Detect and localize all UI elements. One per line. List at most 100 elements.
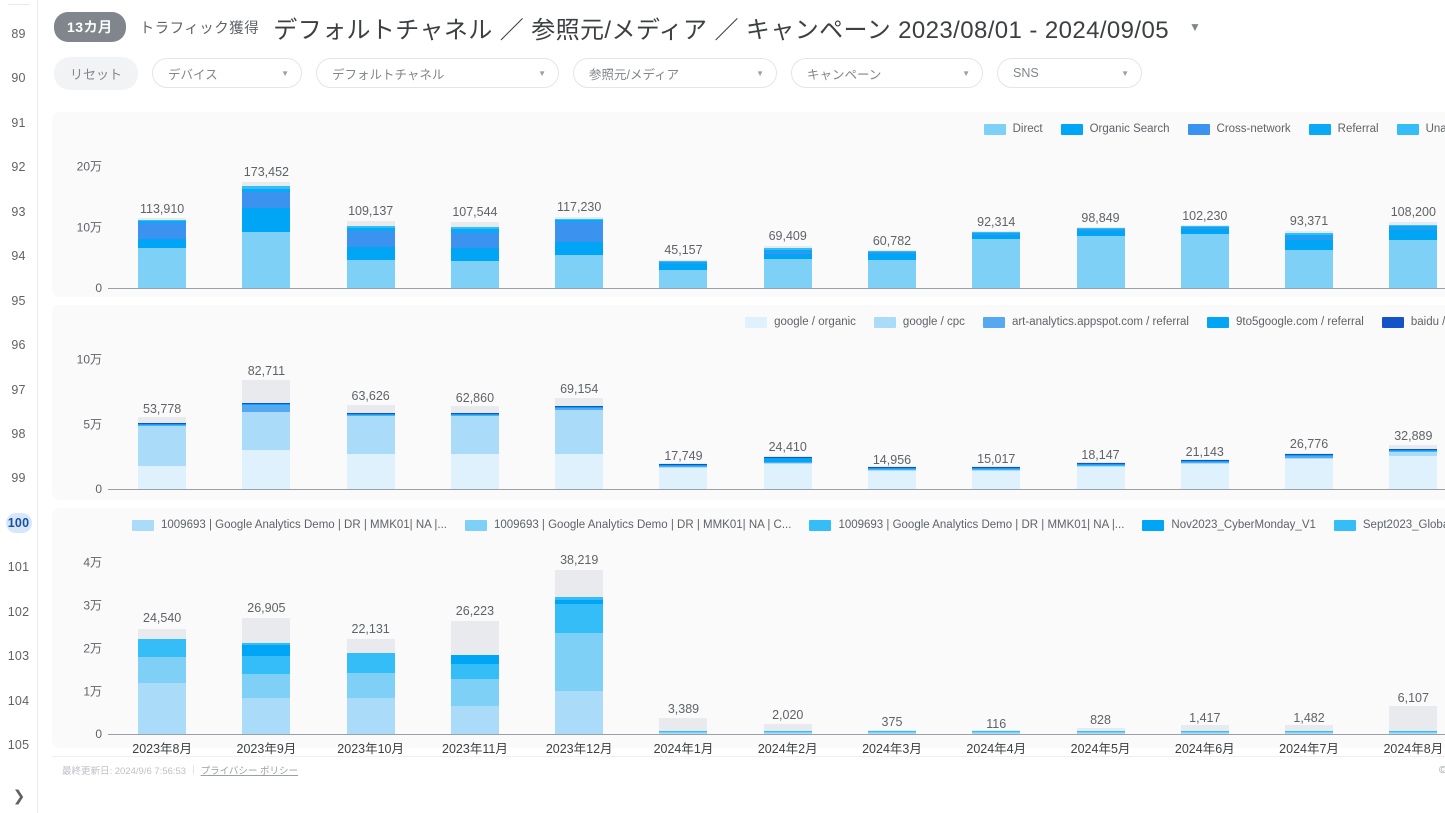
bar-stack (1285, 725, 1334, 734)
bar-column[interactable]: 108,200 (1361, 140, 1445, 288)
bar-column[interactable]: 60,782 (840, 140, 944, 288)
bar-column[interactable]: 32,889 (1361, 333, 1445, 489)
rail-page-90[interactable]: 90 (6, 68, 32, 88)
bar-column[interactable]: 109,137 (319, 140, 423, 288)
legend-item-2[interactable]: art-analytics.appspot.com / referral (982, 316, 1189, 328)
bar-segment-0 (242, 698, 291, 734)
bar-column[interactable]: 21,143 (1153, 333, 1257, 489)
legend-swatch-icon (1308, 123, 1331, 135)
rail-page-89[interactable]: 89 (6, 24, 32, 44)
bar-column[interactable]: 117,230 (527, 140, 631, 288)
legend-item-1[interactable]: 1009693 | Google Analytics Demo | DR | M… (464, 519, 791, 531)
chevron-right-icon[interactable]: ❯ (0, 787, 38, 805)
bar-column[interactable]: 1,482 (1257, 536, 1361, 734)
period-badge[interactable]: 13カ月 (54, 12, 126, 42)
filter-select-0[interactable]: デバイス ▼ (152, 58, 303, 88)
chevron-down-icon[interactable]: ▼ (1189, 20, 1201, 34)
bar-column[interactable]: 24,410 (736, 333, 840, 489)
legend-item-0[interactable]: google / organic (745, 316, 856, 328)
bar-column[interactable]: 173,452 (214, 140, 318, 288)
filter-select-1[interactable]: デフォルトチャネル ▼ (316, 58, 560, 88)
rail-page-92[interactable]: 92 (6, 157, 32, 177)
bar-segment-2 (242, 656, 291, 674)
legend-item-3[interactable]: Nov2023_CyberMonday_V1 (1142, 519, 1316, 531)
bar-value-label: 15,017 (977, 452, 1016, 467)
bar-column[interactable]: 69,154 (527, 333, 631, 489)
privacy-policy-link[interactable]: プライバシー ポリシー (201, 763, 298, 777)
bar-column[interactable]: 828 (1048, 536, 1152, 734)
bar-segment-2 (450, 232, 499, 249)
bar-column[interactable]: 26,776 (1257, 333, 1361, 489)
rail-page-102[interactable]: 102 (6, 602, 32, 622)
rail-page-98[interactable]: 98 (6, 424, 32, 444)
bar-column[interactable]: 107,544 (423, 140, 527, 288)
bar-column[interactable]: 17,749 (631, 333, 735, 489)
legend-swatch-icon (873, 316, 896, 328)
legend-item-3[interactable]: Referral (1308, 123, 1379, 135)
bar-column[interactable]: 53,778 (110, 333, 214, 489)
bar-column[interactable]: 18,147 (1048, 333, 1152, 489)
legend-item-4[interactable]: Unassigned (1396, 123, 1445, 135)
y-tick-label: 3万 (83, 598, 102, 613)
bar-column[interactable]: 116 (944, 536, 1048, 734)
bar-column[interactable]: 24,540 (110, 536, 214, 734)
bar-column[interactable]: 93,371 (1257, 140, 1361, 288)
bar-column[interactable]: 38,219 (527, 536, 631, 734)
page-rail[interactable]: 89 90 91 92 93 94 95 96 97 98 99 100 101 102 103 104 105… (0, 0, 38, 813)
legend-swatch-icon (1060, 123, 1083, 135)
bar-column[interactable]: 113,910 (110, 140, 214, 288)
filter-select-3[interactable]: キャンペーン ▼ (791, 58, 984, 88)
bar-stack (763, 245, 812, 288)
bar-column[interactable]: 69,409 (736, 140, 840, 288)
bar-column[interactable]: 62,860 (423, 333, 527, 489)
rail-page-100[interactable]: 100 (5, 512, 32, 533)
bar-column[interactable]: 22,131 (319, 536, 423, 734)
rail-page-101[interactable]: 101 (6, 557, 32, 577)
reset-button[interactable]: リセット (54, 56, 139, 90)
rail-page-95[interactable]: 95 (6, 291, 32, 311)
bar-column[interactable]: 63,626 (319, 333, 423, 489)
filter-select-4[interactable]: SNS ▼ (997, 58, 1143, 88)
bar-column[interactable]: 82,711 (214, 333, 318, 489)
bar-column[interactable]: 26,905 (214, 536, 318, 734)
bar-stack (242, 182, 291, 288)
legend-item-2[interactable]: Cross-network (1187, 123, 1291, 135)
x-axis-label-4: 2023年12月 (545, 742, 613, 756)
bar-segment-0 (763, 463, 812, 489)
bar-column[interactable]: 375 (840, 536, 944, 734)
rail-page-91[interactable]: 91 (6, 113, 32, 133)
bar-segment-1 (346, 247, 395, 260)
bar-column[interactable]: 102,230 (1153, 140, 1257, 288)
rail-page-93[interactable]: 93 (6, 202, 32, 222)
legend-item-4[interactable]: Sept2023_Global5K_V1 (1333, 519, 1445, 531)
bar-column[interactable]: 45,157 (631, 140, 735, 288)
bar-column[interactable]: 92,314 (944, 140, 1048, 288)
bar-column[interactable]: 26,223 (423, 536, 527, 734)
legend-item-1[interactable]: Organic Search (1060, 123, 1170, 135)
bar-value-label: 14,956 (872, 452, 912, 467)
rail-page-103[interactable]: 103 (6, 646, 32, 666)
rail-page-104[interactable]: 104 (6, 691, 32, 711)
rail-page-94[interactable]: 94 (6, 246, 32, 266)
rail-page-97[interactable]: 97 (6, 380, 32, 400)
legend-item-1[interactable]: google / cpc (873, 316, 965, 328)
bar-column[interactable]: 98,849 (1048, 140, 1152, 288)
legend-item-0[interactable]: Direct (983, 123, 1043, 135)
rail-page-96[interactable]: 96 (6, 335, 32, 355)
bar-column[interactable]: 6,107 (1361, 536, 1445, 734)
rail-page-99[interactable]: 99 (6, 468, 32, 488)
bar-column[interactable]: 14,956 (840, 333, 944, 489)
filter-select-2[interactable]: 参照元/メディア ▼ (573, 58, 778, 88)
legend-item-2[interactable]: 1009693 | Google Analytics Demo | DR | M… (809, 519, 1124, 531)
bar-column[interactable]: 1,417 (1153, 536, 1257, 734)
bar-column[interactable]: 2,020 (736, 536, 840, 734)
bar-column[interactable]: 15,017 (944, 333, 1048, 489)
bar-segment-0 (867, 259, 916, 288)
bar-column[interactable]: 3,389 (631, 536, 735, 734)
bar-segment-0 (1389, 733, 1438, 734)
rail-page-105[interactable]: 105 (6, 735, 32, 755)
legend-item-4[interactable]: baidu / organic (1381, 316, 1445, 328)
legend-item-0[interactable]: 1009693 | Google Analytics Demo | DR | M… (132, 519, 447, 531)
x-axis-labels: 2023年8月 2023年9月 2023年10月 2023年11月 2023年12月 20… (110, 736, 1445, 762)
legend-item-3[interactable]: 9to5google.com / referral (1206, 316, 1364, 328)
